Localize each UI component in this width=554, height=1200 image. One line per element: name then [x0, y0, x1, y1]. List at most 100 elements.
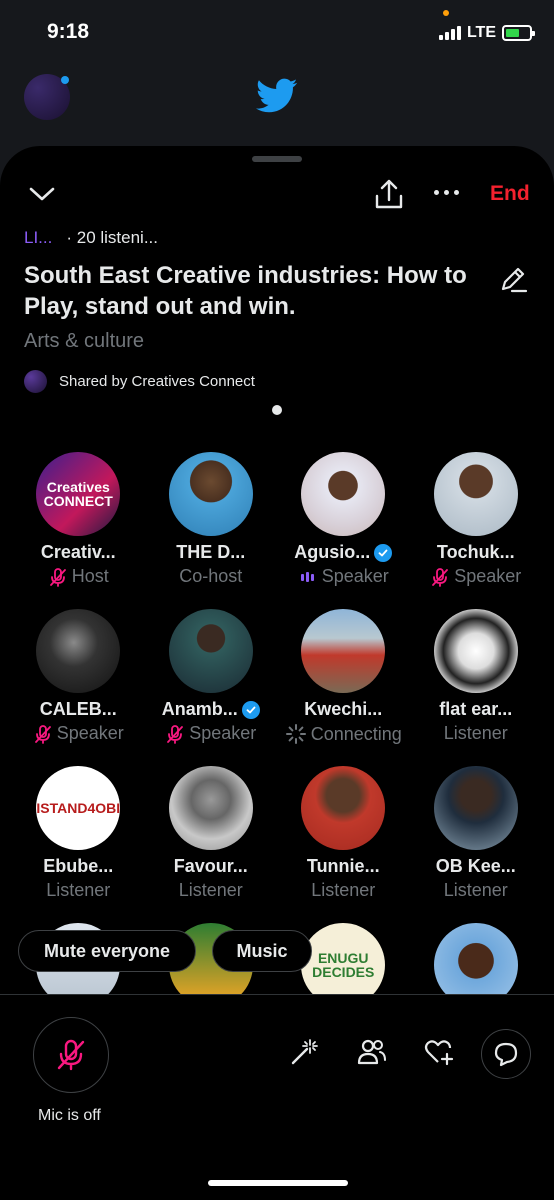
participants-grid: Creatives CONNECT Creativ... Host THE D... C…: [12, 452, 542, 1068]
participant-role: Host: [71, 566, 109, 586]
participant-name-row: Tochuk...: [437, 542, 515, 563]
participant-avatar[interactable]: [168, 609, 253, 693]
participant-name-row: Kwechi...: [304, 699, 382, 720]
participant-role-row: Connecting: [285, 723, 402, 745]
signal-icon: [438, 26, 461, 40]
participant-role: Connecting: [310, 723, 402, 744]
participant-name: CALEB...: [39, 699, 117, 719]
participant-avatar[interactable]: [168, 766, 253, 850]
participant-role: Speaker: [321, 566, 389, 586]
participant[interactable]: ISTAND4OBI Ebube... Listener: [12, 766, 145, 911]
participant-role: Listener: [443, 723, 508, 743]
participant-avatar[interactable]: [168, 452, 253, 536]
mic-toggle-button[interactable]: [33, 1017, 109, 1093]
participant-avatar[interactable]: [433, 452, 518, 536]
twitter-bird-icon: [256, 78, 298, 113]
mic-off-icon: [430, 567, 450, 587]
participant-role: Listener: [311, 880, 376, 900]
listener-count: · 20 listeni...: [66, 228, 159, 247]
participant-role: Speaker: [189, 723, 257, 743]
live-badge: LI...: [24, 228, 53, 247]
participant-avatar[interactable]: [36, 609, 121, 693]
participant-role: Listener: [178, 880, 243, 900]
participant-name: Agusio...: [294, 542, 371, 562]
space-toolbar: End: [0, 176, 554, 216]
end-space-button[interactable]: End: [490, 182, 530, 206]
participant-role: Listener: [46, 880, 111, 900]
participant[interactable]: Kwechi... Connecting: [277, 609, 410, 754]
participant-name: Tochuk...: [436, 542, 515, 562]
more-options-icon[interactable]: [434, 190, 459, 195]
verified-badge-icon: [241, 700, 260, 719]
participant-name: Creativ...: [40, 542, 116, 562]
participant-name-row: Creativ...: [41, 542, 116, 563]
participant-avatar[interactable]: ISTAND4OBI: [36, 766, 121, 850]
shared-by[interactable]: Shared by Creatives Connect: [24, 370, 255, 393]
avatar-text: Creatives CONNECT: [43, 479, 113, 509]
mute-everyone-button[interactable]: Mute everyone: [18, 930, 196, 972]
space-title: South East Creative industries: How to P…: [24, 262, 467, 320]
status-icons: LTE: [438, 24, 535, 42]
participant[interactable]: CALEB... Speaker: [12, 609, 145, 754]
spinner-icon: [285, 723, 307, 745]
edit-icon[interactable]: [498, 264, 528, 294]
participant-avatar[interactable]: Creatives CONNECT: [36, 452, 121, 536]
sheet-grabber[interactable]: [252, 156, 302, 162]
participant-name-row: CALEB...: [40, 699, 117, 720]
privacy-indicator: [443, 10, 449, 16]
participant-role: Speaker: [56, 723, 124, 743]
mic-status-label: Mic is off: [38, 1107, 101, 1124]
participant-role: Speaker: [454, 566, 522, 586]
shared-by-label: Shared by Creatives Connect: [59, 373, 255, 390]
chat-bubble-icon: [494, 1042, 518, 1067]
participant-role-row: Speaker: [298, 566, 389, 587]
participant-avatar[interactable]: [301, 452, 386, 536]
participant-name: OB Kee...: [435, 856, 516, 876]
participant[interactable]: THE D... Co-host: [145, 452, 278, 597]
participant[interactable]: flat ear... Listener: [410, 609, 543, 754]
mic-off-icon: [33, 724, 53, 744]
magic-wand-icon[interactable]: [289, 1037, 319, 1067]
participant-role-row: Listener: [311, 880, 375, 901]
bottom-bar: Mic is off: [0, 994, 554, 1200]
participant[interactable]: OB Kee... Listener: [410, 766, 543, 911]
participant-name-row: flat ear...: [439, 699, 512, 720]
participant[interactable]: Favour... Listener: [145, 766, 278, 911]
verified-badge-icon: [374, 543, 393, 562]
speaking-icon: [298, 567, 318, 587]
page-indicator-dot: [272, 405, 282, 415]
participant-name: THE D...: [176, 542, 246, 562]
heart-plus-icon[interactable]: [424, 1037, 456, 1067]
space-category[interactable]: Arts & culture: [24, 330, 144, 353]
participant-avatar[interactable]: [301, 766, 386, 850]
participant[interactable]: Anamb... Speaker: [145, 609, 278, 754]
mic-off-icon: [165, 724, 185, 744]
participant[interactable]: Tochuk... Speaker: [410, 452, 543, 597]
comments-button[interactable]: [481, 1029, 531, 1079]
participant-role-row: Listener: [444, 880, 508, 901]
participant-name-row: Agusio...: [294, 542, 393, 563]
music-button[interactable]: Music: [212, 930, 312, 972]
participant-role-row: Listener: [179, 880, 243, 901]
chevron-down-icon[interactable]: [28, 184, 56, 204]
people-icon[interactable]: [356, 1037, 388, 1067]
home-indicator[interactable]: [208, 1180, 348, 1186]
participant-name: Favour...: [173, 856, 248, 876]
participant-role: Listener: [443, 880, 508, 900]
participant-role: Co-host: [179, 566, 243, 586]
participant-name-row: Ebube...: [43, 856, 113, 877]
network-label: LTE: [466, 24, 496, 41]
participant-name-row: THE D...: [176, 542, 245, 563]
participant-avatar[interactable]: [433, 766, 518, 850]
participant-role-row: Speaker: [430, 566, 521, 587]
share-icon[interactable]: [374, 178, 404, 210]
participant-role-row: Host: [48, 566, 109, 587]
participant-avatar[interactable]: [301, 609, 386, 693]
clock: 9:18: [47, 20, 90, 43]
participant[interactable]: Agusio... Speaker: [277, 452, 410, 597]
participant-name: Ebube...: [43, 856, 114, 876]
participant-avatar[interactable]: [433, 609, 518, 693]
participant[interactable]: Tunnie... Listener: [277, 766, 410, 911]
mic-off-icon: [57, 1039, 85, 1071]
participant[interactable]: Creatives CONNECT Creativ... Host: [12, 452, 145, 597]
